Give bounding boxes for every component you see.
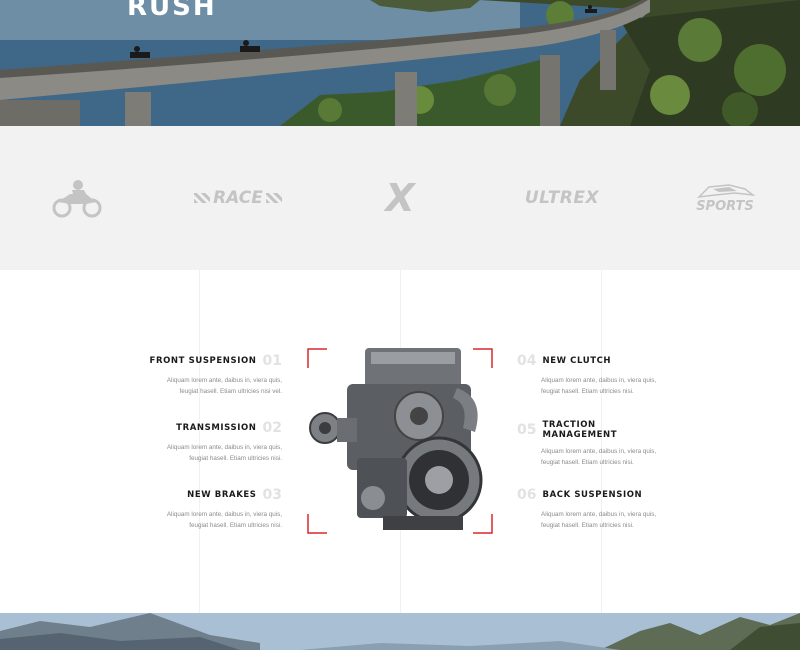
feature-back-suspension: 06 BACK SUSPENSION Aliquam lorem ante, d… [517,487,667,531]
corner-bracket [473,514,493,534]
feature-description-line: feugiat hasell. Etiam ultricies nisi. [189,455,282,462]
hero-title: RUSH [127,0,217,22]
sport-bike-icon [696,183,755,198]
corner-bracket [307,514,327,534]
feature-description-line: Aliquam lorem ante, daibus in, viera qui… [166,377,282,384]
feature-number: 01 [262,353,282,369]
feature-number: 06 [517,487,537,503]
feature-description-line: Aliquam lorem ante, daibus in, viera qui… [541,448,657,455]
feature-traction-management: 05 TRACTION MANAGEMENT Aliquam lorem ant… [517,420,667,468]
feature-description-line: Aliquam lorem ante, daibus in, viera qui… [541,377,657,384]
brand-logo-strip: RACE X ULTREX SPORTS [0,126,800,270]
feature-front-suspension: FRONT SUSPENSION 01 Aliquam lorem ante, … [132,353,282,397]
feature-number: 04 [517,353,537,369]
feature-description: Aliquam lorem ante, daibus in, viera qui… [517,375,667,397]
feature-new-clutch: 04 NEW CLUTCH Aliquam lorem ante, daibus… [517,353,667,397]
feature-description-line: feugiat hasell. Etiam ultricies nisi. [189,522,282,529]
ultrex-logo-text: ULTREX [524,188,600,208]
feature-description: Aliquam lorem ante, daibus in, viera qui… [517,509,667,531]
x-logo[interactable]: X [376,176,424,220]
x-logo-text: X [385,176,415,220]
feature-title: FRONT SUSPENSION [149,356,257,366]
race-logo-text: RACE [213,188,263,208]
feature-description: Aliquam lorem ante, daibus in, viera qui… [132,442,282,464]
corner-bracket [307,348,327,368]
checkered-flag-icon [194,193,211,203]
feature-title: TRANSMISSION [176,423,257,433]
hero-landscape-image [0,0,800,126]
feature-description-line: feugiat hasell. Etiam ultricies nisi. [541,388,634,395]
feature-new-brakes: NEW BRAKES 03 Aliquam lorem ante, daibus… [132,487,282,531]
feature-title: TRACTION MANAGEMENT [542,420,618,440]
mountain-banner [0,613,800,650]
page: RUSH RACE X ULTREX SPORTS FRONT SUSPENSI… [0,0,800,650]
feature-description: Aliquam lorem ante, daibus in, viera qui… [517,446,667,468]
feature-number: 03 [262,487,282,503]
motorcycle-rider-icon [52,180,102,218]
checkered-flag-icon [265,193,282,203]
feature-description: Aliquam lorem ante, daibus in, viera qui… [132,375,282,397]
feature-description-line: Aliquam lorem ante, daibus in, viera qui… [166,511,282,518]
feature-description-line: feugiat hasell. Etiam ultricies nisi vel… [179,388,282,395]
race-logo[interactable]: RACE [183,176,293,220]
bike-sports-logo-text: SPORTS [696,198,754,214]
feature-description-line: feugiat hasell. Etiam ultricies nisi. [541,459,634,466]
hero-banner: RUSH [0,0,800,126]
bike-sports-logo[interactable]: SPORTS [686,176,764,220]
feature-transmission: TRANSMISSION 02 Aliquam lorem ante, daib… [132,420,282,464]
feature-description-line: feugiat hasell. Etiam ultricies nisi. [541,522,634,529]
features-section: FRONT SUSPENSION 01 Aliquam lorem ante, … [0,270,800,613]
feature-title: NEW BRAKES [187,490,257,500]
moto-rider-logo[interactable] [48,176,104,220]
feature-description: Aliquam lorem ante, daibus in, viera qui… [132,509,282,531]
feature-description-line: Aliquam lorem ante, daibus in, viera qui… [541,511,657,518]
ultrex-logo[interactable]: ULTREX [516,176,608,220]
feature-number: 05 [517,422,537,438]
mountain-landscape-image [0,613,800,650]
feature-description-line: Aliquam lorem ante, daibus in, viera qui… [166,444,282,451]
engine-image [307,348,493,534]
feature-title: BACK SUSPENSION [542,490,643,500]
feature-number: 02 [262,420,282,436]
corner-bracket [473,348,493,368]
feature-title: NEW CLUTCH [542,356,612,366]
